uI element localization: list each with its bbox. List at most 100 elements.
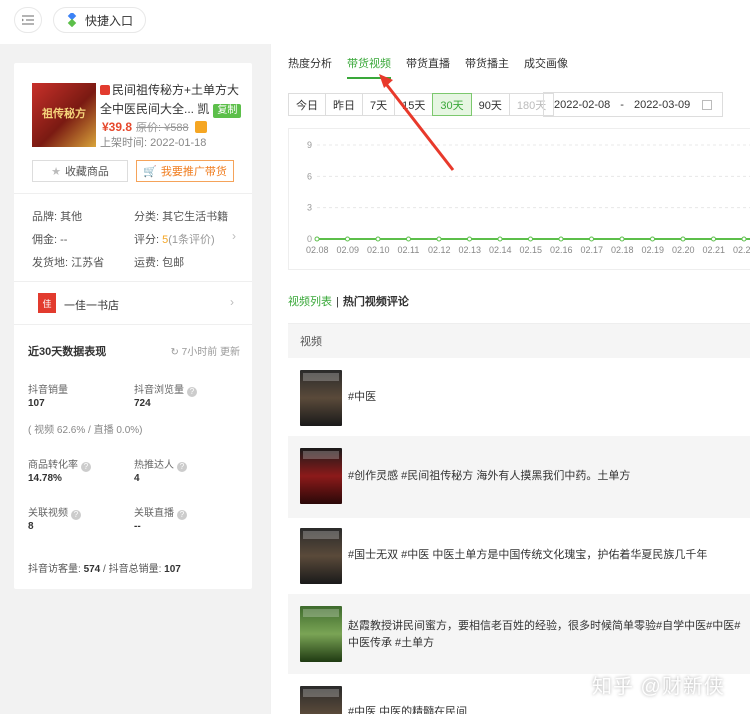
range-30d[interactable]: 30天 — [432, 93, 472, 116]
range-15d[interactable]: 15天 — [394, 93, 434, 116]
chevron-right-icon[interactable]: › — [232, 229, 236, 243]
tab-promo-videos[interactable]: 带货视频 — [347, 55, 391, 79]
x-tick-label: 02.08 — [306, 245, 329, 255]
douyin-sales-label: 抖音销量 — [28, 381, 68, 396]
chart-data-point[interactable] — [345, 236, 350, 242]
chart-data-point[interactable] — [375, 236, 381, 242]
shop-logo-text: 佳 — [42, 298, 52, 309]
product-title[interactable]: 民间祖传秘方+土单方大全中医民间大全... 凯复制 — [100, 81, 248, 119]
shop-logo: 佳 — [38, 293, 56, 313]
favorite-product-button[interactable]: ★ 收藏商品 — [32, 160, 128, 182]
video-row[interactable]: #创作灵感 #民间祖传秘方 海外有人摸黑我们中药。土单方 — [288, 436, 750, 518]
video-row[interactable]: #国士无双 #中医 中医土单方是中国传统文化瑰宝，护佑着华夏民族几千年 — [288, 518, 750, 594]
x-tick-label: 02.21 — [703, 245, 726, 255]
chart-data-point[interactable] — [467, 236, 472, 242]
trend-chart-icon[interactable] — [194, 121, 207, 133]
related-video-value: 8 — [28, 521, 34, 532]
tab-promo-live[interactable]: 带货直播 — [406, 55, 450, 71]
help-icon[interactable]: ? — [81, 462, 91, 472]
video-thumbnail[interactable] — [300, 448, 342, 504]
views-label-text: 抖音浏览量 — [134, 385, 184, 396]
shop-row[interactable]: 佳 一佳一书店 › — [14, 281, 252, 325]
related-live-value: -- — [134, 521, 141, 532]
x-tick-label: 02.09 — [337, 245, 360, 255]
video-title[interactable]: 赵霞教授讲民间蜜方，要相信老百姓的经验，很多时候简单零验#自学中医#中医#中医传… — [348, 618, 748, 652]
visitors-label: 抖音访客量: — [28, 564, 81, 575]
chart-data-point[interactable] — [436, 236, 442, 242]
category-attr: 分类: 其它生活书籍 — [134, 211, 229, 223]
chevron-right-icon[interactable]: › — [230, 295, 234, 309]
chart-data-point[interactable] — [619, 236, 625, 242]
tab-promo-streamers[interactable]: 带货播主 — [465, 55, 509, 71]
help-icon[interactable]: ? — [177, 510, 187, 520]
date-range-picker[interactable]: 2022-02-08 - 2022-03-09 — [543, 92, 723, 117]
chart-data-point[interactable] — [680, 236, 686, 242]
quick-entry-button[interactable]: 快捷入口 — [53, 7, 147, 33]
video-thumbnail[interactable] — [300, 370, 342, 426]
video-title[interactable]: #创作灵感 #民间祖传秘方 海外有人摸黑我们中药。土单方 — [348, 468, 630, 485]
y-tick-label: 6 — [307, 171, 312, 181]
video-thumbnail[interactable] — [300, 606, 342, 662]
zhihu-watermark: 知乎 @财新侠 — [592, 676, 725, 698]
refresh-update[interactable]: ↻ 7小时前 更新 — [170, 343, 240, 358]
x-tick-label: 02.11 — [398, 245, 420, 255]
help-icon[interactable]: ? — [187, 387, 197, 397]
tab-video-list[interactable]: 视频列表 — [288, 296, 332, 308]
help-icon[interactable]: ? — [177, 462, 187, 472]
calendar-icon[interactable] — [702, 100, 712, 110]
chart-data-point[interactable] — [589, 236, 594, 242]
commission-attr: 佣金: -- — [32, 234, 68, 246]
video-thumbnail[interactable] — [300, 686, 342, 714]
chart-data-point[interactable] — [741, 236, 747, 242]
conversion-value: 14.78% — [28, 473, 62, 484]
related-video-label: 关联视频? — [28, 504, 81, 520]
copy-button[interactable]: 复制 — [213, 104, 242, 118]
price-row: ¥39.8 原价: ¥588 — [102, 119, 207, 135]
help-icon[interactable]: ? — [71, 510, 81, 520]
chart-data-point[interactable] — [558, 236, 564, 242]
total-sales-value: 107 — [164, 564, 181, 575]
range-today[interactable]: 今日 — [288, 93, 326, 116]
video-table-header: 视频 — [288, 323, 750, 358]
x-tick-label: 02.22 — [733, 245, 750, 255]
brand-attr: 品牌: 其他 — [32, 211, 83, 223]
y-tick-label: 9 — [307, 140, 312, 150]
chart-data-point[interactable] — [528, 236, 533, 242]
video-title[interactable]: #国士无双 #中医 中医土单方是中国传统文化瑰宝，护佑着华夏民族几千年 — [348, 547, 707, 564]
douyin-sales-value: 107 — [28, 398, 45, 409]
video-thumbnail[interactable] — [300, 528, 342, 584]
chart-data-point[interactable] — [497, 236, 503, 242]
promote-product-button[interactable]: 🛒 我要推广带货 — [136, 160, 234, 182]
x-tick-label: 02.12 — [428, 245, 451, 255]
video-column-header: 视频 — [300, 336, 322, 348]
video-list-tabs: 视频列表 | 热门视频评论 — [288, 293, 409, 309]
related-live-label: 关联直播? — [134, 504, 187, 520]
menu-toggle-button[interactable] — [14, 7, 42, 33]
video-live-share: ( 视频 62.6% / 直播 0.0%) — [28, 425, 143, 436]
video-title[interactable]: #中医 中医的精髓在民间 — [348, 704, 467, 714]
chart-data-point[interactable] — [314, 236, 320, 242]
panel-divider — [270, 44, 271, 714]
video-row[interactable]: #中医 — [288, 358, 750, 436]
chart-data-point[interactable] — [406, 236, 411, 242]
range-yesterday[interactable]: 昨日 — [325, 93, 363, 116]
video-title[interactable]: #中医 — [348, 389, 376, 406]
range-7d[interactable]: 7天 — [362, 93, 396, 116]
chart-data-point[interactable] — [711, 236, 716, 242]
tab-heat-analysis[interactable]: 热度分析 — [288, 55, 332, 71]
chart-data-point[interactable] — [650, 236, 655, 242]
tab-hot-comments[interactable]: 热门视频评论 — [343, 296, 409, 308]
visitors-summary: 抖音访客量: 574 / 抖音总销量: 107 — [28, 560, 181, 575]
tab-separator: | — [336, 296, 339, 308]
range-90d[interactable]: 90天 — [470, 93, 510, 116]
x-tick-label: 02.20 — [672, 245, 695, 255]
video-row[interactable]: 赵霞教授讲民间蜜方，要相信老百姓的经验，很多时候简单零验#自学中医#中医#中医传… — [288, 594, 750, 674]
store-icon — [100, 85, 110, 95]
related-video-label-text: 关联视频 — [28, 508, 68, 519]
x-tick-label: 02.17 — [581, 245, 604, 255]
rating-attr[interactable]: 评分: 5(1条评价) — [134, 231, 215, 247]
menu-icon — [22, 15, 34, 25]
tab-buyer-profile[interactable]: 成交画像 — [524, 55, 568, 71]
date-start: 2022-02-08 — [554, 98, 611, 111]
product-cover-image[interactable]: 祖传秘方 — [32, 83, 96, 147]
